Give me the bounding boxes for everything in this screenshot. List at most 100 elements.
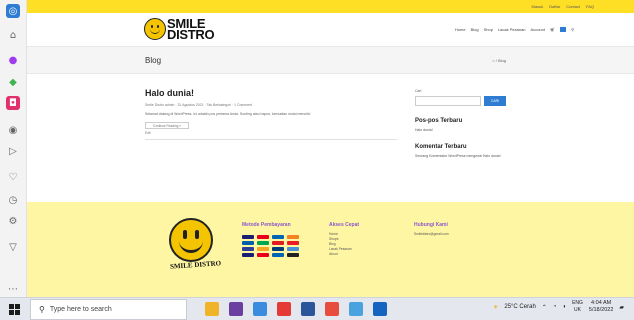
payment-logo (242, 253, 254, 257)
payment-logo (272, 253, 284, 257)
instagram-icon[interactable]: ◘ (6, 96, 20, 110)
payment-logo (287, 235, 299, 239)
topbar-link-login[interactable]: Masuk (532, 4, 544, 9)
topbar-link-contact[interactable]: Contact (566, 4, 580, 9)
payment-methods-column: Metode Pembayaran (242, 222, 299, 257)
clock-icon[interactable]: ◷ (6, 193, 20, 207)
nav-item-account[interactable]: Account (531, 27, 545, 32)
browser-sidebar: ◎ ⌂ ● ◆ ◘ ◉ ▷ ♡ ◷ ⚙ ▽ ⋯ (0, 0, 27, 297)
breadcrumb[interactable]: ⌂ / Blog (492, 58, 506, 63)
site-logo[interactable]: SMILE DISTRO (144, 16, 215, 42)
edge-icon[interactable]: ◎ (6, 4, 20, 18)
main-nav: Home Blog Shop Lacak Pesanan Account 🛒︎ … (455, 27, 574, 32)
home-icon[interactable]: ⌂ (6, 28, 20, 42)
bird-icon[interactable]: ◆ (6, 75, 20, 89)
quick-access-column: Akses Cepat Home Shope Blog Lacak Pesana… (329, 222, 359, 257)
search-button[interactable]: CARI (484, 96, 506, 106)
contact-heading: Hubungi Kami (414, 222, 448, 228)
read-more-button[interactable]: Continue Reading » (145, 122, 189, 129)
site-header: SMILE DISTRO Home Blog Shop Lacak Pesana… (27, 13, 634, 46)
payment-logo (242, 247, 254, 251)
pin-icon[interactable]: ▽ (6, 240, 20, 254)
whatsapp-icon[interactable]: ◉ (6, 123, 20, 137)
blog-sidebar: Cari CARI Pos-pos Terbaru Halo dunia! Ko… (415, 89, 507, 158)
search-label: Cari (415, 89, 422, 93)
volume-icon[interactable]: ◖ (562, 304, 566, 310)
taskbar-clock[interactable]: 4:04 AM 5/18/2022 (589, 300, 613, 314)
messenger-icon[interactable]: ● (6, 53, 20, 67)
payment-logo (287, 247, 299, 251)
top-utility-bar: Masuk Daftar Contact FAQ (27, 0, 634, 13)
search-input[interactable] (415, 96, 481, 106)
cart-count-badge (560, 27, 567, 32)
nav-item-blog[interactable]: Blog (471, 27, 479, 32)
payment-logo (242, 235, 254, 239)
nav-item-track-order[interactable]: Lacak Pesanan (498, 27, 526, 32)
settings-icon[interactable]: ⚙ (6, 214, 20, 228)
payment-logo (272, 247, 284, 251)
more-icon[interactable]: ⋯ (6, 282, 20, 296)
windows-taskbar: ⚲ Type here to search ☀ 25°C Cerah ⌃ ◔ ◖… (0, 297, 634, 320)
taskbar-app-icon[interactable] (373, 302, 387, 316)
page-title-bar: Blog ⌂ / Blog (27, 46, 634, 74)
recent-comment-link[interactable]: Seorang Komentator WordPress mengenai Ha… (415, 154, 507, 158)
taskbar-app-icon[interactable] (277, 302, 291, 316)
payment-logo (272, 241, 284, 245)
search-icon[interactable]: ⚲ (571, 27, 574, 32)
payment-logo (287, 253, 299, 257)
weather-icon: ☀ (492, 304, 499, 311)
language-indicator[interactable]: ENG UK (572, 300, 583, 314)
payment-logo (257, 253, 269, 257)
website-viewport: Masuk Daftar Contact FAQ SMILE DISTRO Ho… (27, 0, 634, 297)
topbar-link-faq[interactable]: FAQ (586, 4, 594, 9)
blog-post: Halo dunia! Smile Distro admin · 31 Agus… (145, 88, 397, 140)
payment-logo (257, 247, 269, 251)
taskbar-pinned-apps (205, 302, 387, 316)
tray-chevron-icon[interactable]: ⌃ (542, 304, 547, 311)
taskbar-app-icon[interactable] (205, 302, 219, 316)
quick-access-heading: Akses Cepat (329, 222, 360, 228)
payment-logo (272, 235, 284, 239)
footer-smiley-logo-icon (169, 218, 213, 262)
page-title: Blog (145, 56, 162, 65)
taskbar-app-icon[interactable] (229, 302, 243, 316)
notification-icon[interactable]: ▰ (619, 304, 624, 311)
post-title[interactable]: Halo dunia! (145, 88, 397, 98)
taskbar-search-placeholder: Type here to search (49, 306, 112, 313)
play-icon[interactable]: ▷ (6, 144, 20, 158)
post-excerpt: Selamat datang di WordPress. Ini adalah … (145, 112, 311, 116)
network-icon[interactable]: ◔ (553, 304, 557, 310)
topbar-link-register[interactable]: Daftar (549, 4, 560, 9)
smiley-logo-icon (144, 18, 166, 40)
recent-comments-heading: Komentar Terbaru (415, 144, 467, 150)
weather-text[interactable]: 25°C Cerah (504, 304, 535, 310)
payment-methods-heading: Metode Pembayaran (242, 222, 291, 228)
nav-item-home[interactable]: Home (455, 27, 466, 32)
logo-text: SMILE DISTRO (167, 16, 215, 42)
recent-posts-heading: Pos-pos Terbaru (415, 118, 463, 124)
search-icon: ⚲ (39, 305, 45, 314)
taskbar-app-icon[interactable] (253, 302, 267, 316)
payment-logo (287, 241, 299, 245)
edit-link[interactable]: Edit (145, 131, 397, 135)
post-meta: Smile Distro admin · 31 Agustus 2021 · T… (145, 103, 253, 107)
payment-logo (242, 241, 254, 245)
taskbar-app-icon[interactable] (349, 302, 363, 316)
payment-logo (257, 241, 269, 245)
cart-icon[interactable]: 🛒︎ (550, 27, 555, 32)
windows-start-icon[interactable] (9, 304, 20, 315)
heart-icon[interactable]: ♡ (6, 170, 20, 184)
footer-logo-text: SMILE DISTRO (169, 259, 222, 271)
taskbar-search-box[interactable]: ⚲ Type here to search (30, 299, 187, 320)
nav-item-shop[interactable]: Shop (484, 27, 493, 32)
taskbar-app-icon[interactable] (325, 302, 339, 316)
footer-link-about[interactable]: About (329, 252, 359, 257)
recent-post-link[interactable]: Halo dunia! (415, 128, 507, 132)
payment-logos (242, 235, 299, 257)
post-divider (145, 139, 397, 140)
site-footer: SMILE DISTRO Metode Pembayaran Akses Cep… (27, 202, 634, 297)
taskbar-app-icon[interactable] (301, 302, 315, 316)
contact-column: Hubungi Kami Smiledistro@gmail.com (414, 222, 449, 237)
contact-email[interactable]: Smiledistro@gmail.com (414, 232, 449, 237)
payment-logo (257, 235, 269, 239)
